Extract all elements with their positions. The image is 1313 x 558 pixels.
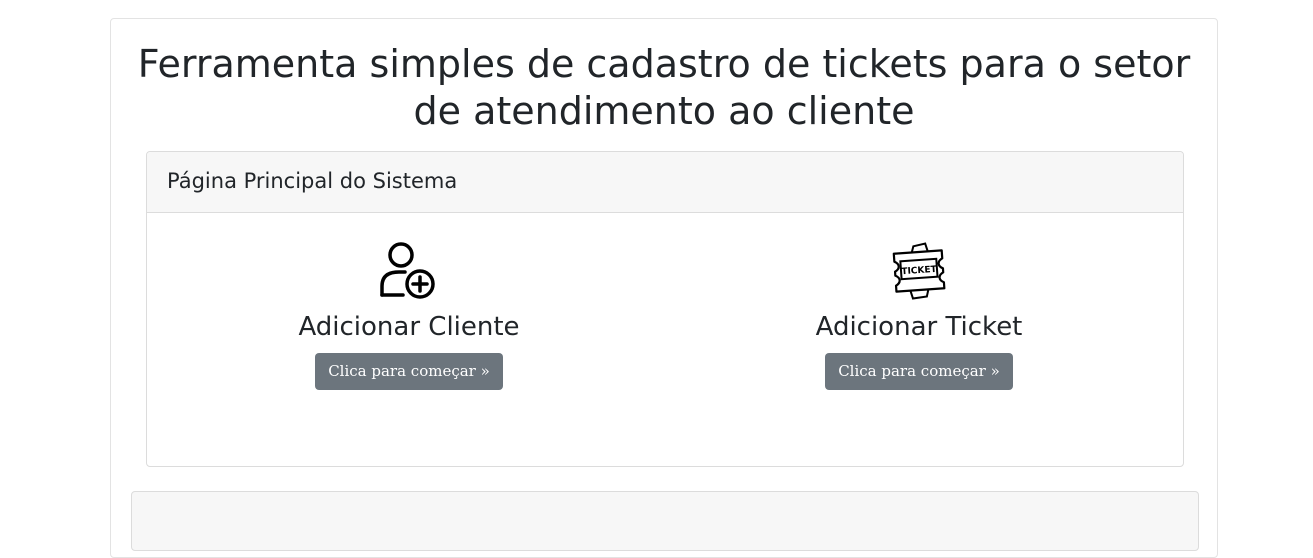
add-ticket-button[interactable]: Clica para começar » [825, 353, 1013, 390]
add-ticket-title: Adicionar Ticket [815, 312, 1023, 342]
main-panel: Página Principal do Sistema Adicionar Cl… [146, 151, 1184, 467]
user-plus-icon [380, 242, 435, 299]
add-client-button[interactable]: Clica para começar » [315, 353, 503, 390]
add-client-title: Adicionar Cliente [298, 312, 520, 342]
add-ticket-section: TICKET Adicionar Ticket Clica para começ… [709, 240, 1129, 390]
add-client-section: Adicionar Cliente Clica para começar » [199, 240, 619, 390]
ticket-icon-text: TICKET [901, 265, 938, 278]
secondary-panel [131, 491, 1199, 551]
ticket-icon: TICKET [892, 242, 946, 300]
page-title: Ferramenta simples de cadastro de ticket… [137, 42, 1191, 133]
panel-header: Página Principal do Sistema [147, 152, 1183, 213]
